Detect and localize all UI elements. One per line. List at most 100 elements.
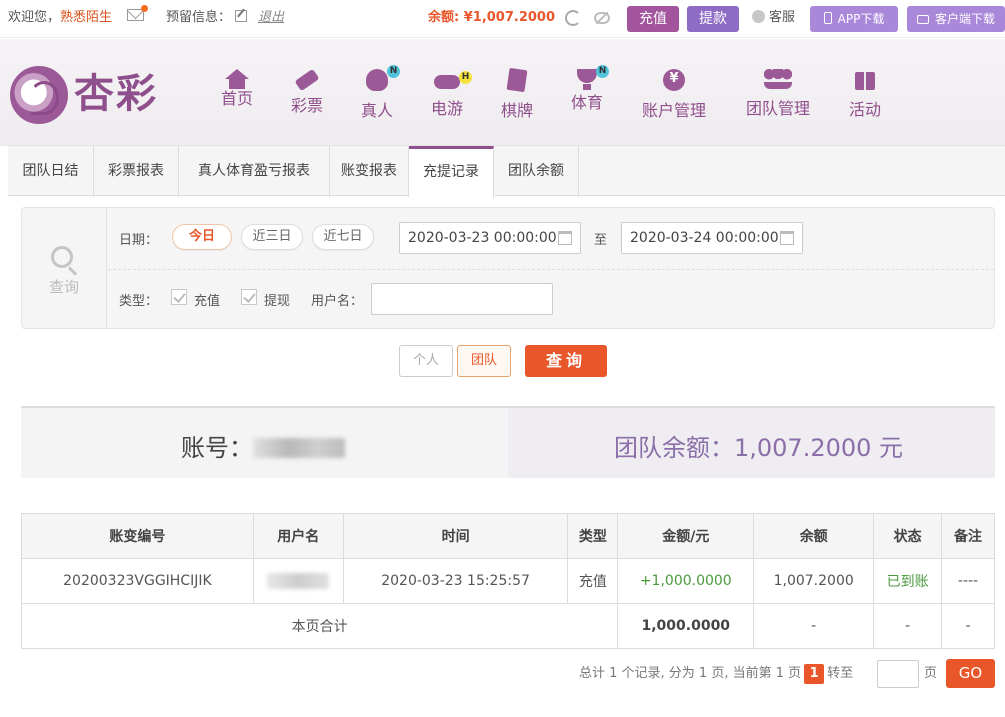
app-download-button[interactable]: APP下载 xyxy=(810,6,898,32)
refresh-icon[interactable] xyxy=(565,10,581,26)
withdraw-checkbox[interactable] xyxy=(241,289,257,305)
coin-icon xyxy=(663,69,685,91)
edit-icon[interactable] xyxy=(235,10,248,22)
column-header: 备注 xyxy=(941,513,995,559)
page-total-balance: - xyxy=(753,603,875,649)
redacted-username xyxy=(267,573,330,589)
quick-date-3days[interactable]: 近三日 xyxy=(241,224,303,250)
type-label: 类型： xyxy=(119,294,159,309)
quick-date-today[interactable]: 今日 xyxy=(172,224,232,250)
nav-team-management[interactable]: 团队管理 xyxy=(743,69,813,119)
quick-date-7days[interactable]: 近七日 xyxy=(312,224,374,250)
headset-icon xyxy=(752,10,765,23)
nav-chess-cards[interactable]: 棋牌 xyxy=(499,67,535,121)
brand-name: 杏彩 xyxy=(74,71,158,117)
username-label: 用户名： xyxy=(311,294,364,309)
nav-sports[interactable]: N 体育 xyxy=(569,65,609,113)
gamepad-icon: H xyxy=(434,71,472,89)
tab-live-sports-pnl[interactable]: 真人体育盈亏报表 xyxy=(179,146,330,197)
column-header: 类型 xyxy=(567,513,619,559)
site-logo[interactable]: 杏彩 xyxy=(10,66,160,128)
record-id: 20200323VGGIHCIJIK xyxy=(21,558,254,604)
table-row: 20200323VGGIHCIJIK 2020-03-23 15:25:57 充… xyxy=(21,558,995,604)
account-summary: 账号： xyxy=(21,408,508,478)
page-unit-label: 页 xyxy=(924,666,938,681)
record-type: 充值 xyxy=(567,558,619,604)
start-date-input[interactable]: 2020-03-23 00:00:00 xyxy=(399,222,581,254)
nav-live-casino[interactable]: N 真人 xyxy=(359,65,400,121)
team-icon xyxy=(764,69,792,89)
record-amount: +1,000.0000 xyxy=(617,558,755,604)
tab-deposit-withdraw-records[interactable]: 充提记录 xyxy=(409,146,494,198)
nav-promotions[interactable]: 活动 xyxy=(847,69,883,120)
records-table: 账变编号 用户名 时间 类型 金额/元 余额 状态 备注 20200323VGG… xyxy=(20,513,995,649)
date-to-label: 至 xyxy=(594,233,608,248)
message-icon[interactable] xyxy=(127,5,148,23)
username-link[interactable]: 熟悉陌生 xyxy=(60,10,112,25)
redacted-account xyxy=(253,438,345,458)
query-side-label: 查询 xyxy=(48,278,79,296)
tab-team-daily[interactable]: 团队日结 xyxy=(8,146,94,197)
goto-label: 转至 xyxy=(827,666,854,681)
search-button[interactable]: 查询 xyxy=(525,345,607,377)
reserve-info: 预留信息： xyxy=(166,0,248,36)
account-label: 账号： xyxy=(181,434,253,462)
page-total-status: - xyxy=(873,603,943,649)
pagination-summary: 总计 1 个记录, 分为 1 页, 当前第 1 页 xyxy=(579,666,802,681)
logout-link[interactable]: 退出 xyxy=(258,0,284,36)
end-date-input[interactable]: 2020-03-24 00:00:00 xyxy=(621,222,803,254)
withdraw-checkbox-label: 提现 xyxy=(264,294,291,309)
column-header: 金额/元 xyxy=(617,513,755,559)
balance-text: 余额: ¥1,007.2000 xyxy=(428,10,556,25)
record-time: 2020-03-23 15:25:57 xyxy=(342,558,569,604)
calendar-icon[interactable] xyxy=(780,231,794,245)
summary-bar: 账号： 团队余额：1,007.2000 元 xyxy=(21,406,995,478)
table-header-row: 账变编号 用户名 时间 类型 金额/元 余额 状态 备注 xyxy=(21,513,995,559)
recharge-checkbox[interactable] xyxy=(171,289,187,305)
go-button[interactable]: GO xyxy=(946,659,995,688)
date-label: 日期： xyxy=(119,233,159,248)
record-note: ---- xyxy=(941,558,995,604)
report-tabs: 团队日结 彩票报表 真人体育盈亏报表 账变报表 充提记录 团队余额 xyxy=(8,145,1005,198)
trophy-icon: N xyxy=(577,65,609,90)
nav-home[interactable]: 首页 xyxy=(219,69,255,109)
calendar-icon[interactable] xyxy=(558,231,572,245)
nav-lottery[interactable]: 彩票 xyxy=(289,68,325,116)
team-mode-button[interactable]: 团队 xyxy=(457,345,511,377)
monitor-icon xyxy=(916,15,929,24)
withdraw-button[interactable]: 提款 xyxy=(687,6,739,32)
team-balance-summary: 团队余额：1,007.2000 元 xyxy=(508,408,995,478)
query-side: 查询 xyxy=(22,208,107,328)
record-status: 已到账 xyxy=(873,558,943,604)
unread-dot xyxy=(141,5,148,12)
tab-lottery-report[interactable]: 彩票报表 xyxy=(94,146,179,197)
column-header: 时间 xyxy=(342,513,569,559)
tab-account-change[interactable]: 账变报表 xyxy=(330,146,409,197)
column-header: 用户名 xyxy=(252,513,344,559)
phone-icon xyxy=(823,12,832,24)
customer-service-link[interactable]: 客服 xyxy=(752,0,795,36)
logo-emblem-icon xyxy=(10,66,68,124)
gift-icon xyxy=(855,72,875,90)
username-input[interactable] xyxy=(371,283,553,315)
welcome-text: 欢迎您，熟悉陌生 xyxy=(8,10,113,25)
dealer-icon: N xyxy=(366,65,400,91)
new-badge: N xyxy=(387,65,400,78)
page-total-note: - xyxy=(941,603,995,649)
page-jump-input[interactable] xyxy=(877,660,919,688)
record-username xyxy=(252,558,344,604)
main-header: 杏彩 首页 彩票 N 真人 H 电游 棋牌 N 体育 账户管理 团队管理 活动 xyxy=(0,39,1005,146)
column-header: 状态 xyxy=(873,513,943,559)
client-download-button[interactable]: 客户端下载 xyxy=(907,6,1005,32)
page-total-label: 本页合计 xyxy=(20,603,619,649)
nav-electronic-games[interactable]: H 电游 xyxy=(429,69,472,119)
hide-balance-icon[interactable] xyxy=(594,12,610,24)
personal-mode-button[interactable]: 个人 xyxy=(399,345,453,377)
top-bar: 欢迎您，熟悉陌生 预留信息： 退出 余额: ¥1,007.2000 充值 提款 … xyxy=(0,0,1005,38)
recharge-button[interactable]: 充值 xyxy=(627,6,679,32)
search-icon xyxy=(51,246,73,268)
current-page[interactable]: 1 xyxy=(804,664,825,684)
tab-team-balance[interactable]: 团队余额 xyxy=(494,146,579,197)
cards-icon xyxy=(506,67,528,93)
nav-account-management[interactable]: 账户管理 xyxy=(639,69,709,121)
